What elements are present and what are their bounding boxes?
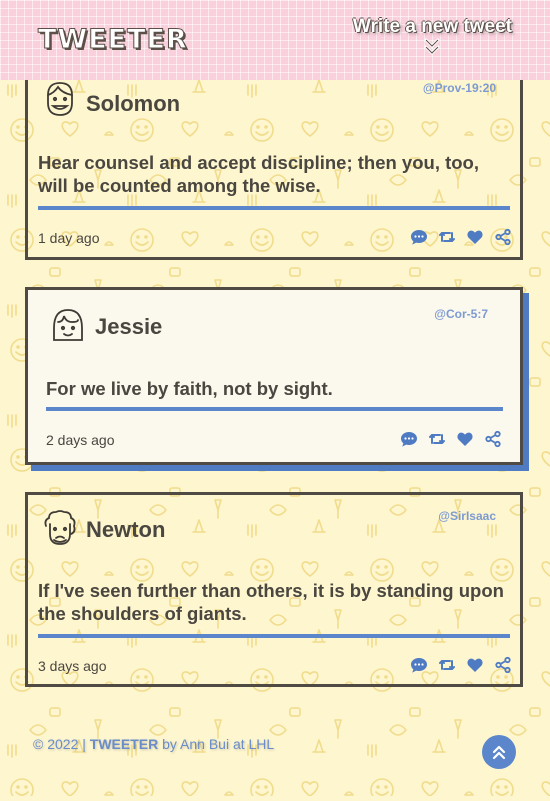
curly-hair-man-avatar-icon bbox=[44, 510, 76, 545]
write-new-tweet-button[interactable]: Write a new tweet bbox=[353, 16, 512, 56]
heart-icon[interactable] bbox=[456, 430, 474, 448]
girl-bangs-avatar-icon bbox=[53, 309, 83, 341]
tweet-text: Hear counsel and accept discipline; then… bbox=[38, 152, 480, 196]
tweet-author-name: Solomon bbox=[86, 91, 181, 116]
double-chevron-up-icon bbox=[492, 745, 506, 760]
tweet-actions bbox=[410, 656, 512, 674]
tweet-author-handle[interactable]: @Cor-5:7 bbox=[434, 307, 488, 321]
heart-icon[interactable] bbox=[466, 656, 484, 674]
footer-brand-link[interactable]: TWEETER bbox=[90, 736, 158, 752]
retweet-icon[interactable] bbox=[438, 228, 456, 246]
tweet-divider bbox=[38, 634, 510, 638]
footer-copyright: © 2022 | bbox=[33, 736, 86, 752]
footer-credit: by Ann Bui at LHL bbox=[162, 736, 275, 752]
scroll-to-top-button[interactable] bbox=[482, 735, 516, 769]
write-new-tweet-label[interactable]: Write a new tweet bbox=[353, 16, 512, 38]
tweet-author-name: Newton bbox=[86, 517, 166, 542]
retweet-icon[interactable] bbox=[428, 430, 446, 448]
tweet-timestamp: 2 days ago bbox=[46, 432, 115, 448]
footer: © 2022 | TWEETER by Ann Bui at LHL bbox=[33, 736, 274, 752]
tweet-text: If I've seen further than others, it is … bbox=[38, 580, 504, 624]
tweet-timestamp: 3 days ago bbox=[38, 658, 107, 674]
tweet-author-handle[interactable]: @SirIsaac bbox=[438, 509, 496, 523]
share-icon[interactable] bbox=[484, 430, 502, 448]
tweet-text: For we live by faith, not by sight. bbox=[46, 378, 333, 399]
tweet-divider bbox=[46, 407, 503, 411]
smiling-man-avatar-icon bbox=[47, 82, 73, 116]
retweet-icon[interactable] bbox=[438, 656, 456, 674]
share-icon[interactable] bbox=[494, 656, 512, 674]
tweet-divider bbox=[38, 206, 510, 210]
double-chevron-down-icon[interactable] bbox=[423, 38, 441, 56]
share-icon[interactable] bbox=[494, 228, 512, 246]
tweet-card: Jessie @Cor-5:7 For we live by faith, no… bbox=[25, 287, 523, 465]
comment-icon[interactable] bbox=[410, 228, 428, 246]
tweet-actions bbox=[400, 430, 502, 448]
top-nav: TWEETER Write a new tweet bbox=[0, 0, 550, 80]
tweet-timestamp: 1 day ago bbox=[38, 230, 100, 246]
comment-icon[interactable] bbox=[410, 656, 428, 674]
tweet-card: Newton @SirIsaac If I've seen further th… bbox=[25, 492, 523, 687]
tweet-author-name: Jessie bbox=[95, 314, 163, 339]
brand-logo[interactable]: TWEETER bbox=[38, 24, 188, 56]
heart-icon[interactable] bbox=[466, 228, 484, 246]
comment-icon[interactable] bbox=[400, 430, 418, 448]
tweet-card: Solomon @Prov-19:20 Hear counsel and acc… bbox=[25, 60, 523, 260]
tweet-author-handle[interactable]: @Prov-19:20 bbox=[423, 81, 496, 95]
tweet-actions bbox=[410, 228, 512, 246]
